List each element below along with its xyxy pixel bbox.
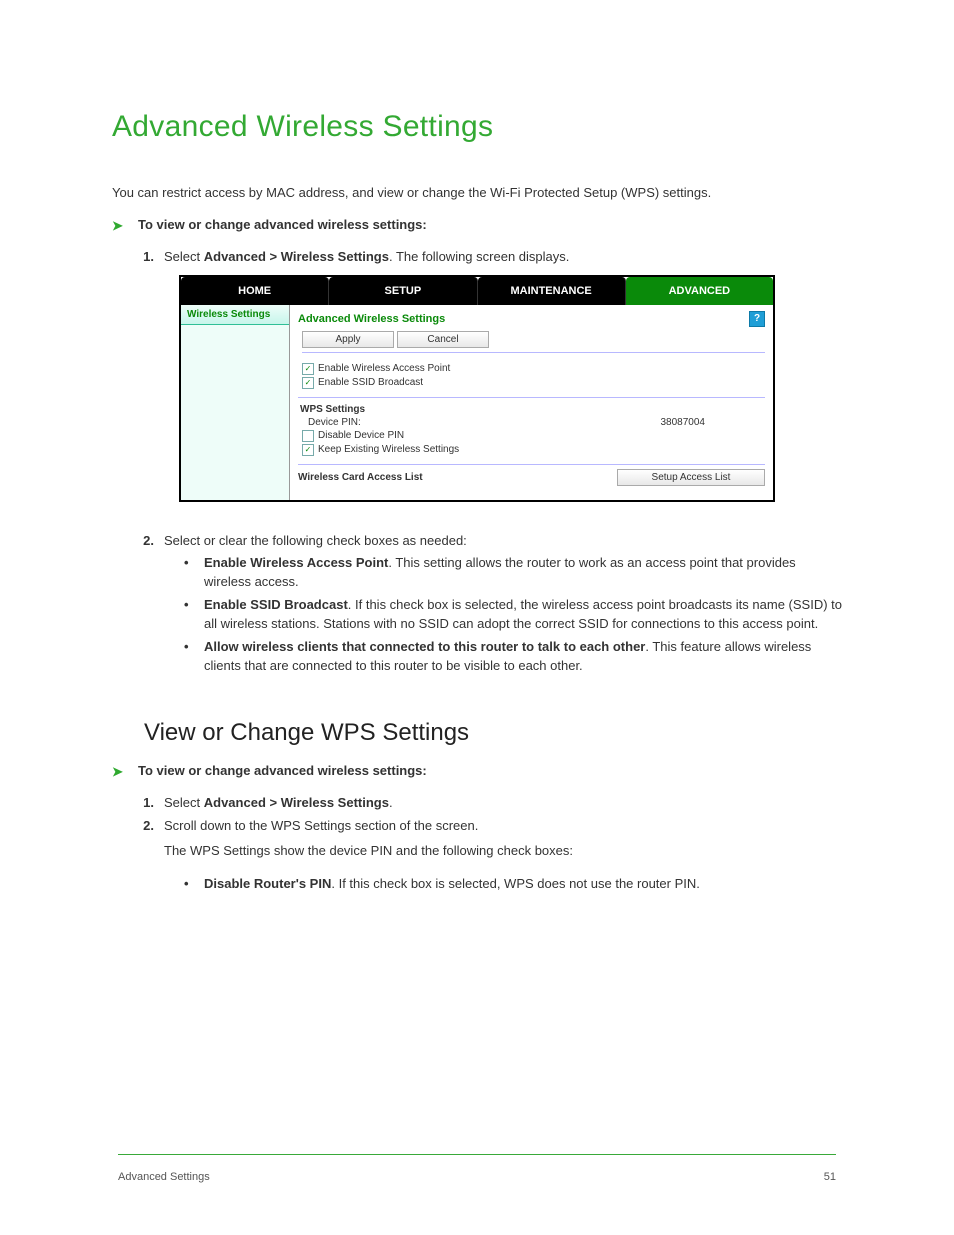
page-footer: Advanced Settings 51 [118,1171,836,1183]
apply-button[interactable]: Apply [302,331,394,348]
tab-setup[interactable]: SETUP [329,277,477,305]
footer-page-number: 51 [824,1171,836,1183]
router-ui-screenshot: HOME SETUP MAINTENANCE ADVANCED Wireless… [179,275,775,502]
wps-section-title: WPS Settings [300,404,765,415]
bullet-icon: • [184,638,194,676]
step-2b: 2. Scroll down to the WPS Settings secti… [134,817,842,836]
step-2: 2. Select or clear the following check b… [134,532,842,551]
step-text: Select or clear the following check boxe… [164,532,467,551]
page-title: Advanced Wireless Settings [112,110,842,144]
checkbox-enable-ap[interactable]: ✓ [302,363,314,375]
step-text: Select Advanced > Wireless Settings. [164,794,393,813]
bullet-item: • Enable SSID Broadcast. If this check b… [184,596,842,634]
step-number: 1. [134,248,154,267]
menu-path: Advanced > Wireless Settings [204,795,389,810]
checkbox-enable-ssid[interactable]: ✓ [302,377,314,389]
bullet-item: • Allow wireless clients that connected … [184,638,842,676]
checkbox-keep-settings[interactable]: ✓ [302,444,314,456]
checkbox-disable-pin[interactable]: ✓ [302,430,314,442]
wps-intro-text: The WPS Settings show the device PIN and… [164,842,842,861]
step-header-2: To view or change advanced wireless sett… [138,763,427,778]
bullet-label: Disable Router's PIN [204,876,331,891]
step-number: 2. [134,532,154,551]
tab-advanced[interactable]: ADVANCED [626,277,773,305]
footer-chapter: Advanced Settings [118,1171,210,1183]
sidebar: Wireless Settings [181,305,290,500]
content-panel: Advanced Wireless Settings ? Apply Cance… [290,305,773,500]
checkbox-enable-ssid-label: Enable SSID Broadcast [318,377,423,388]
footer-divider [118,1154,836,1155]
checkbox-enable-ap-label: Enable Wireless Access Point [318,363,450,374]
step-1b: 1. Select Advanced > Wireless Settings. [134,794,842,813]
bullet-label: Allow wireless clients that connected to… [204,639,645,654]
step-text: Select Advanced > Wireless Settings. The… [164,248,569,267]
device-pin-label: Device PIN: [308,417,361,428]
arrow-icon: ➤ [112,763,126,782]
setup-access-list-button[interactable]: Setup Access List [617,469,765,486]
panel-title: Advanced Wireless Settings [298,313,445,325]
device-pin-value: 38087004 [661,417,706,428]
tab-maintenance[interactable]: MAINTENANCE [478,277,626,305]
bullet-item: • Disable Router's PIN. If this check bo… [184,875,842,894]
step-number: 2. [134,817,154,836]
menu-path: Advanced > Wireless Settings [204,249,389,264]
arrow-icon: ➤ [112,217,126,236]
step-text: Scroll down to the WPS Settings section … [164,817,478,836]
sidebar-item-wireless-settings[interactable]: Wireless Settings [181,305,289,325]
checkbox-keep-settings-label: Keep Existing Wireless Settings [318,444,459,455]
bullet-icon: • [184,875,194,894]
bullet-icon: • [184,554,194,592]
bullet-label: Enable SSID Broadcast [204,597,348,612]
tab-home[interactable]: HOME [181,277,329,305]
step-1: 1. Select Advanced > Wireless Settings. … [134,248,842,267]
checkbox-disable-pin-label: Disable Device PIN [318,430,404,441]
bullet-item: • Enable Wireless Access Point. This set… [184,554,842,592]
step-number: 1. [134,794,154,813]
bullet-label: Enable Wireless Access Point [204,555,388,570]
intro-text: You can restrict access by MAC address, … [112,184,842,203]
cancel-button[interactable]: Cancel [397,331,489,348]
top-nav: HOME SETUP MAINTENANCE ADVANCED [181,277,773,305]
section-title-wps: View or Change WPS Settings [144,719,842,747]
access-list-label: Wireless Card Access List [298,472,423,483]
bullet-icon: • [184,596,194,634]
help-icon[interactable]: ? [749,311,765,327]
step-header: To view or change advanced wireless sett… [138,217,427,232]
